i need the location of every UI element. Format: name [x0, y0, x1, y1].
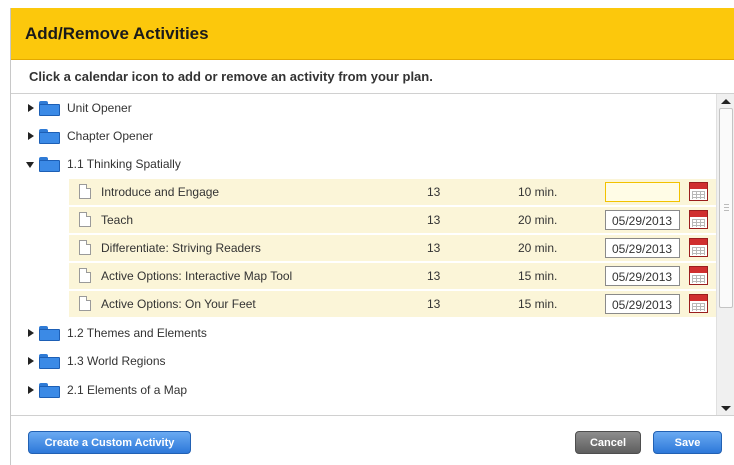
activity-row: Introduce and Engage 13 10 min. — [69, 179, 716, 205]
scroll-up-arrow-icon[interactable] — [721, 99, 731, 104]
document-icon — [79, 296, 91, 311]
scroll-down-arrow-icon[interactable] — [721, 406, 731, 411]
document-icon — [79, 212, 91, 227]
cancel-button[interactable]: Cancel — [575, 431, 641, 454]
scrollbar-thumb[interactable] — [719, 108, 733, 308]
activity-number: 13 — [427, 213, 441, 227]
tree-node-themes-and-elements[interactable]: 1.2 Themes and Elements — [11, 319, 716, 347]
activity-duration: 15 min. — [518, 297, 558, 311]
activity-row: Differentiate: Striving Readers 13 20 mi… — [69, 235, 716, 261]
folder-icon — [39, 354, 60, 369]
activity-row: Teach 13 20 min. 05/29/2013 — [69, 207, 716, 233]
folder-icon — [39, 101, 60, 116]
activity-date-field[interactable] — [605, 182, 680, 202]
folder-icon — [39, 129, 60, 144]
calendar-icon[interactable] — [689, 182, 708, 201]
calendar-icon[interactable] — [689, 294, 708, 313]
activity-duration: 20 min. — [518, 213, 558, 227]
tree-node-label: 2.1 Elements of a Map — [67, 383, 188, 397]
tree-node-world-regions[interactable]: 1.3 World Regions — [11, 347, 716, 375]
activity-duration: 20 min. — [518, 241, 558, 255]
activity-name: Active Options: On Your Feet — [101, 297, 256, 311]
expand-arrow-icon[interactable] — [28, 357, 34, 365]
tree-node-label: Unit Opener — [67, 101, 132, 115]
dialog-title: Add/Remove Activities — [25, 23, 209, 43]
activity-number: 13 — [427, 185, 441, 199]
folder-icon — [39, 383, 60, 398]
expand-arrow-icon[interactable] — [28, 132, 34, 140]
vertical-scrollbar[interactable] — [716, 94, 734, 415]
activity-date-field[interactable]: 05/29/2013 — [605, 210, 680, 230]
tree-node-label: 1.2 Themes and Elements — [67, 326, 207, 340]
activity-date-field[interactable]: 05/29/2013 — [605, 238, 680, 258]
activity-name: Active Options: Interactive Map Tool — [101, 269, 293, 283]
activity-duration: 15 min. — [518, 269, 558, 283]
collapse-arrow-icon[interactable] — [26, 162, 34, 168]
tree-node-label: 1.3 World Regions — [67, 354, 166, 368]
save-button[interactable]: Save — [653, 431, 722, 454]
tree-node-chapter-opener[interactable]: Chapter Opener — [11, 122, 716, 150]
expand-arrow-icon[interactable] — [28, 386, 34, 394]
instruction-text: Click a calendar icon to add or remove a… — [11, 60, 734, 94]
folder-icon — [39, 326, 60, 341]
activity-name: Teach — [101, 213, 134, 227]
activity-name: Introduce and Engage — [101, 185, 220, 199]
dialog-footer: Create a Custom Activity Cancel Save — [11, 416, 734, 465]
activity-duration: 10 min. — [518, 185, 558, 199]
activity-number: 13 — [427, 297, 441, 311]
tree-node-label: 1.1 Thinking Spatially — [67, 157, 181, 171]
tree-node-elements-of-a-map[interactable]: 2.1 Elements of a Map — [11, 376, 716, 404]
activity-name: Differentiate: Striving Readers — [101, 241, 261, 255]
document-icon — [79, 184, 91, 199]
calendar-icon[interactable] — [689, 238, 708, 257]
calendar-icon[interactable] — [689, 266, 708, 285]
tree-node-thinking-spatially[interactable]: 1.1 Thinking Spatially — [11, 150, 716, 178]
tree-node-unit-opener[interactable]: Unit Opener — [11, 94, 716, 122]
add-remove-activities-dialog: Add/Remove Activities Click a calendar i… — [10, 8, 734, 465]
activity-row: Active Options: On Your Feet 13 15 min. … — [69, 291, 716, 317]
calendar-icon[interactable] — [689, 210, 708, 229]
activity-number: 13 — [427, 241, 441, 255]
document-icon — [79, 268, 91, 283]
document-icon — [79, 240, 91, 255]
activity-date-field[interactable]: 05/29/2013 — [605, 294, 680, 314]
expand-arrow-icon[interactable] — [28, 104, 34, 112]
folder-icon — [39, 157, 60, 172]
activity-number: 13 — [427, 269, 441, 283]
dialog-header: Add/Remove Activities — [11, 8, 734, 60]
activity-row: Active Options: Interactive Map Tool 13 … — [69, 263, 716, 289]
activity-tree: Unit Opener Chapter Opener 1.1 Thinking … — [11, 94, 716, 415]
create-custom-activity-button[interactable]: Create a Custom Activity — [28, 431, 191, 454]
expand-arrow-icon[interactable] — [28, 329, 34, 337]
activity-tree-panel: Unit Opener Chapter Opener 1.1 Thinking … — [11, 94, 734, 416]
activity-date-field[interactable]: 05/29/2013 — [605, 266, 680, 286]
tree-node-label: Chapter Opener — [67, 129, 154, 143]
